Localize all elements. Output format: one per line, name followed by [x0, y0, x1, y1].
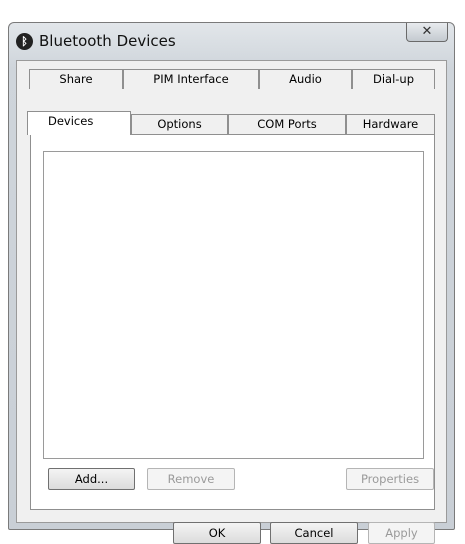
ok-button[interactable]: OK: [173, 522, 261, 544]
tab-com-ports[interactable]: COM Ports: [228, 114, 346, 134]
remove-button[interactable]: Remove: [147, 468, 235, 490]
tab-hardware[interactable]: Hardware: [346, 114, 435, 134]
cancel-button[interactable]: Cancel: [270, 522, 358, 544]
dialog-client-area: Share PIM Interface Audio Dial-up Device…: [16, 60, 447, 544]
tab-pim-interface[interactable]: PIM Interface: [123, 69, 259, 89]
apply-button[interactable]: Apply: [368, 522, 435, 544]
device-list[interactable]: [43, 151, 424, 459]
tab-devices[interactable]: Devices: [27, 111, 131, 135]
title-bar: ᛒ Bluetooth Devices ✕: [9, 23, 454, 61]
tab-audio[interactable]: Audio: [259, 69, 352, 89]
tab-dial-up[interactable]: Dial-up: [352, 69, 435, 89]
bluetooth-icon: ᛒ: [16, 33, 33, 50]
tab-share[interactable]: Share: [29, 69, 123, 89]
bluetooth-devices-dialog: ᛒ Bluetooth Devices ✕ Share PIM Interfac…: [8, 22, 455, 544]
devices-tab-panel: Add... Remove Properties: [30, 134, 435, 510]
tab-options[interactable]: Options: [131, 114, 228, 134]
window-title: Bluetooth Devices: [39, 32, 176, 50]
properties-button[interactable]: Properties: [346, 468, 434, 490]
add-button[interactable]: Add...: [48, 468, 135, 490]
close-button[interactable]: ✕: [406, 23, 448, 42]
